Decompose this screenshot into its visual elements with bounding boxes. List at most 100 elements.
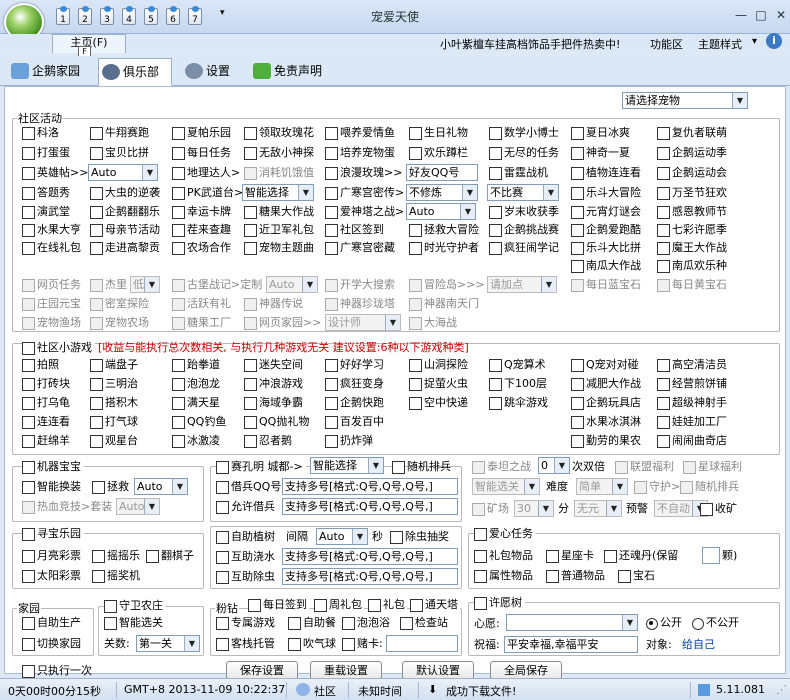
activity-checkbox[interactable]: 演武堂 [22, 204, 70, 220]
activity-checkbox[interactable]: 万圣节狂欢 [657, 185, 727, 201]
game-checkbox[interactable]: 冲浪游戏 [244, 376, 303, 392]
mine-checkbox[interactable]: 矿场 [472, 501, 509, 517]
game-checkbox[interactable]: 赶绵羊 [22, 433, 70, 449]
activity-checkbox[interactable]: 雷霆战机 [489, 165, 548, 181]
game-checkbox[interactable]: 搭积木 [90, 395, 138, 411]
alliance-checkbox[interactable]: 联盟福利 [615, 459, 674, 475]
school-search-checkbox[interactable]: 开学大搜索 [325, 277, 395, 293]
game-checkbox[interactable]: 企鹅快跑 [325, 395, 384, 411]
game-checkbox[interactable]: 勤劳的果农 [571, 433, 641, 449]
level-select[interactable]: 第一关 [136, 635, 200, 652]
shake-checkbox[interactable]: 摇摇乐 [92, 548, 140, 564]
game-checkbox[interactable]: 下100层 [489, 376, 547, 392]
wish-tree-checkbox[interactable]: 许愿树 [474, 595, 525, 611]
activity-checkbox[interactable]: 母亲节活动 [90, 222, 160, 238]
mine-select[interactable]: 30 [514, 500, 554, 517]
activity-checkbox[interactable]: 无敌小神探 [244, 145, 314, 161]
debug-input[interactable]: 支持多号[格式:Q号,Q号,Q号,] [282, 568, 458, 585]
activity-checkbox[interactable]: 植物连连看 [571, 165, 641, 181]
adventure-island-checkbox[interactable]: 冒险岛>>> [409, 277, 485, 293]
activity-checkbox[interactable]: 社区签到 [325, 222, 384, 238]
activity-checkbox[interactable]: 生日礼物 [409, 125, 468, 141]
game-checkbox[interactable]: 捉萤火虫 [409, 376, 468, 392]
activity-checkbox[interactable]: 走进高黎贡 [90, 240, 160, 256]
jerry-checkbox[interactable]: 杰里 [90, 277, 127, 293]
weekly-gift-checkbox[interactable]: 周礼包 [314, 597, 364, 613]
game-checkbox[interactable]: 跳伞游戏 [489, 395, 548, 411]
only-once-checkbox[interactable]: 只执行一次 [22, 663, 92, 679]
activity-checkbox[interactable]: 夏日冰爽 [571, 125, 630, 141]
borrow-checkbox[interactable]: 借兵QQ号 [216, 479, 281, 495]
buffet-checkbox[interactable]: 自助餐 [288, 615, 336, 631]
rescue-select[interactable]: Auto [134, 478, 188, 495]
resize-grip-icon[interactable]: ⋰ [776, 683, 787, 696]
rescue-checkbox[interactable]: 拯救 [92, 479, 129, 495]
sky-tower-checkbox[interactable]: 通天塔 [410, 597, 460, 613]
game-checkbox[interactable]: 娃娃加工厂 [657, 414, 727, 430]
hot-blood-checkbox[interactable]: 热血竞技>套装 [22, 499, 112, 515]
revive-pill-input[interactable] [702, 547, 720, 564]
normal-item-checkbox[interactable]: 普通物品 [546, 568, 605, 584]
palace-race-select[interactable]: 不比赛 [487, 184, 559, 201]
star-checkbox[interactable]: 星球福利 [683, 459, 742, 475]
friend-qq-input[interactable]: 好友QQ号 [406, 164, 478, 181]
add-points-select[interactable]: 请加点 [487, 276, 557, 293]
moon-lottery-checkbox[interactable]: 月亮彩票 [22, 548, 81, 564]
castle-checkbox[interactable]: 古堡战记>定制 [172, 277, 262, 293]
balloon-checkbox[interactable]: 吹气球 [288, 636, 336, 652]
bubble-bath-checkbox[interactable]: 泡泡浴 [342, 615, 390, 631]
game-checkbox[interactable]: 高空清洁员 [657, 357, 727, 373]
titan-random-checkbox[interactable]: 随机排兵 [680, 479, 739, 495]
tab-club[interactable]: 俱乐部 [98, 58, 172, 86]
game-checkbox[interactable]: 打乌龟 [22, 395, 70, 411]
revive-pill-checkbox[interactable]: 还魂丹(保留 [604, 548, 678, 564]
game-checkbox[interactable]: Q宠对对碰 [571, 357, 639, 373]
bet-card-input[interactable] [386, 635, 458, 652]
rose-checkbox[interactable]: 浪漫玫瑰>> [325, 165, 402, 181]
game-checkbox[interactable]: 端盘子 [90, 357, 138, 373]
activity-checkbox[interactable]: 近卫军礼包 [244, 222, 314, 238]
activity-checkbox[interactable]: 活跃有礼 [172, 296, 231, 312]
activity-checkbox[interactable]: 每日任务 [172, 145, 231, 161]
lottery-machine-checkbox[interactable]: 摇奖机 [92, 568, 140, 584]
activity-checkbox[interactable]: 魔王大作战 [657, 240, 727, 256]
game-checkbox[interactable]: 忍者鹅 [244, 433, 292, 449]
activity-checkbox[interactable]: 水果大亨 [22, 222, 81, 238]
star-card-checkbox[interactable]: 星座卡 [546, 548, 594, 564]
game-checkbox[interactable]: 冰激凌 [172, 433, 220, 449]
difficulty-select[interactable]: 简单 [576, 478, 628, 495]
activity-checkbox[interactable]: 南瓜欢乐种 [657, 258, 727, 274]
activity-checkbox[interactable]: 幸运卡牌 [172, 204, 231, 220]
hero-post-checkbox[interactable]: 英雄帖>> [22, 165, 88, 181]
switch-home-checkbox[interactable]: 切换家园 [22, 636, 81, 652]
game-checkbox[interactable]: 水果冰淇淋 [571, 414, 641, 430]
hot-blood-select[interactable]: Auto [116, 498, 160, 515]
game-checkbox[interactable]: 满天星 [172, 395, 220, 411]
game-checkbox[interactable]: 百发百中 [325, 414, 384, 430]
activity-checkbox[interactable]: 七彩许愿季 [657, 222, 727, 238]
game-checkbox[interactable]: 跆拳道 [172, 357, 220, 373]
yellow-gem-checkbox[interactable]: 每日黄宝石 [657, 277, 727, 293]
inn-checkbox[interactable]: 客栈托管 [216, 636, 275, 652]
activity-checkbox[interactable]: 培养宠物蛋 [325, 145, 395, 161]
farm-smart-checkbox[interactable]: 智能选关 [104, 615, 163, 631]
hunger-checkbox[interactable]: 消耗饥饿值 [244, 165, 314, 181]
theme-arrow-icon[interactable]: ▾ [752, 36, 757, 47]
game-checkbox[interactable]: 打砖块 [22, 376, 70, 392]
game-checkbox[interactable]: 山洞探险 [409, 357, 468, 373]
smart-swap-checkbox[interactable]: 智能换装 [22, 479, 81, 495]
private-radio[interactable]: 不公开 [692, 615, 739, 631]
blue-gem-checkbox[interactable]: 每日蓝宝石 [571, 277, 641, 293]
palace-checkbox[interactable]: 广寒宫密传> [325, 185, 404, 201]
maximize-icon[interactable]: □ [752, 8, 770, 23]
activity-checkbox[interactable]: 打蛋蛋 [22, 145, 70, 161]
activity-checkbox[interactable]: 神器珍珑塔 [325, 296, 395, 312]
game-checkbox[interactable]: Q宠算术 [489, 357, 546, 373]
menu-function[interactable]: 功能区 [650, 36, 683, 52]
pk-arena-checkbox[interactable]: PK武道台> [172, 185, 243, 201]
activity-checkbox[interactable]: 拯救大冒险 [409, 222, 479, 238]
game-checkbox[interactable]: 迷失空间 [244, 357, 303, 373]
web-task-checkbox[interactable]: 网页任务 [22, 277, 81, 293]
race-checkbox[interactable]: 赛孔明 城都-> [216, 459, 306, 475]
activity-checkbox[interactable]: 答题秀 [22, 185, 70, 201]
